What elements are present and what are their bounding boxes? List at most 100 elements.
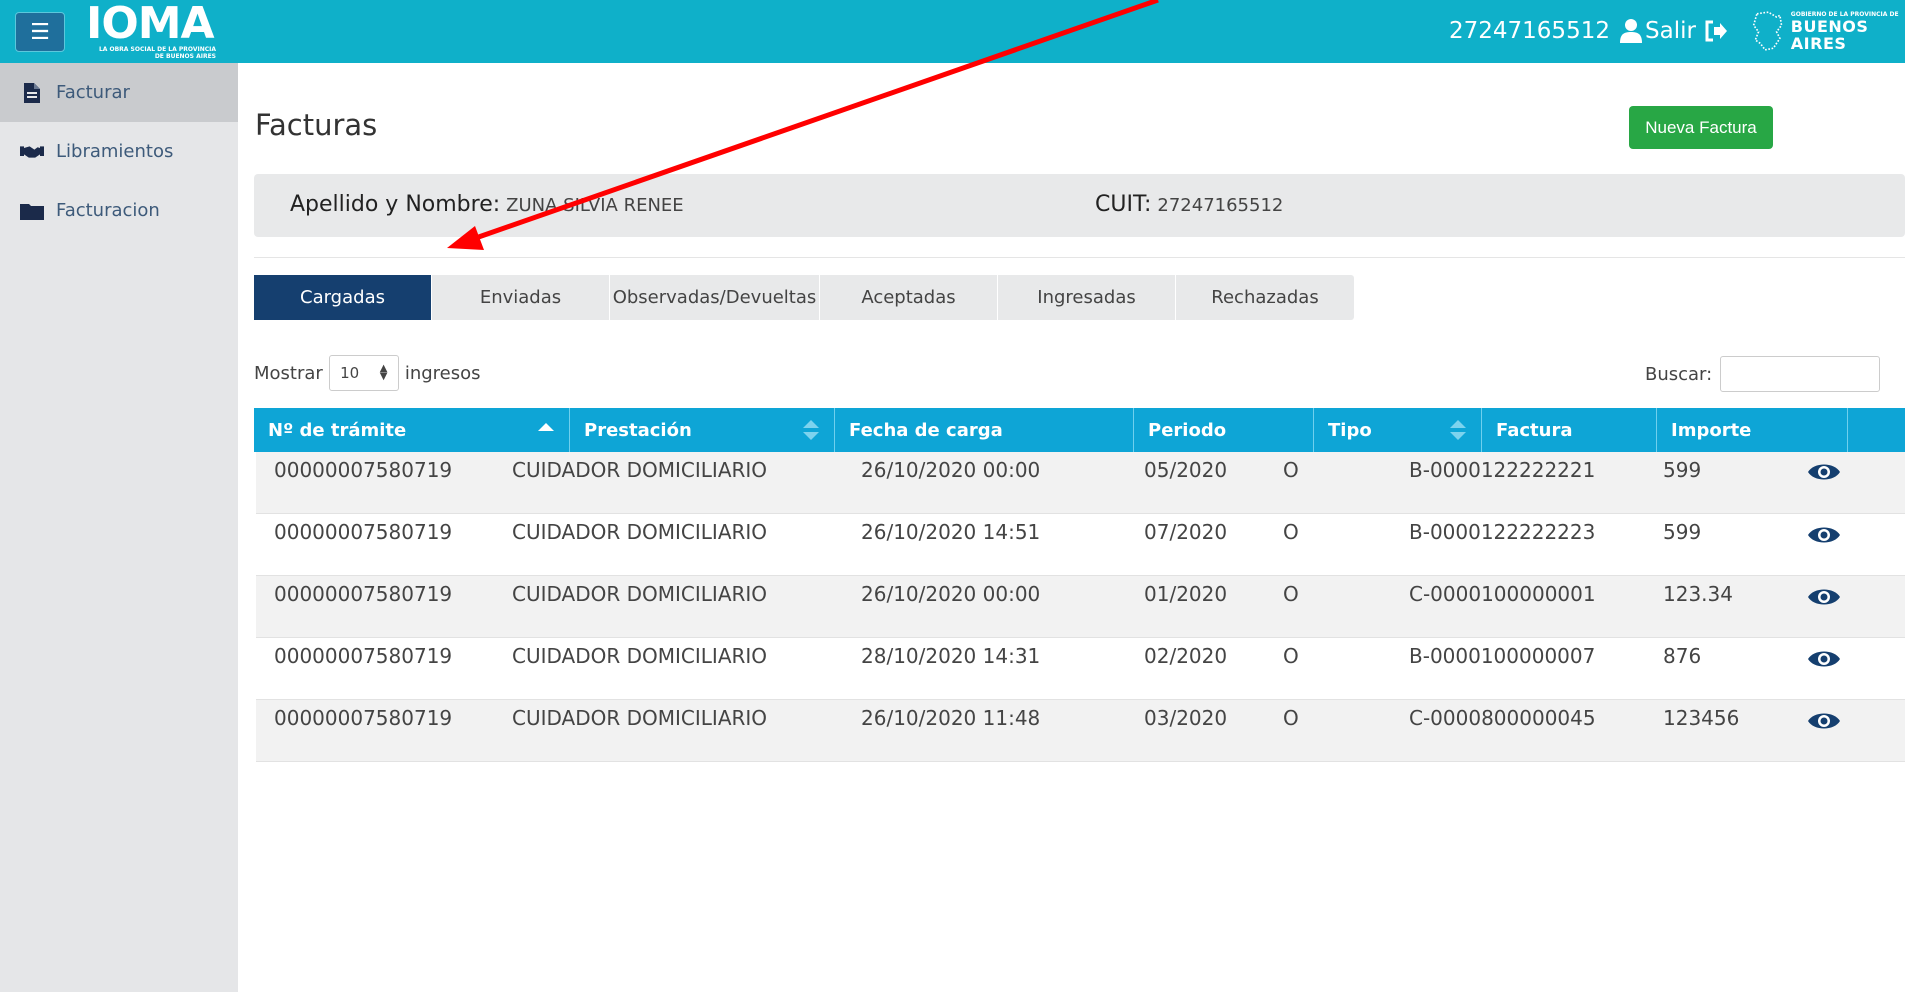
column-header-prestacion[interactable]: Prestación — [570, 408, 835, 452]
cell-importe: 599 — [1663, 520, 1702, 544]
column-header-factura[interactable]: Factura — [1482, 408, 1657, 452]
beneficiary-info-box: Apellido y Nombre: ZUNA SILVIA RENEE CUI… — [254, 174, 1905, 237]
table-body: 00000007580719 CUIDADOR DOMICILIARIO 26/… — [256, 452, 1905, 762]
tab-observadas-devueltas[interactable]: Observadas/Devueltas — [610, 275, 820, 320]
tab-aceptadas[interactable]: Aceptadas — [820, 275, 998, 320]
cell-factura: B-0000122222223 — [1409, 520, 1596, 544]
cell-fecha: 26/10/2020 00:00 — [861, 582, 1041, 606]
cell-tramite: 00000007580719 — [274, 520, 453, 544]
select-arrows-icon: ▲ ▼ — [379, 363, 388, 382]
hamburger-menu-button[interactable]: ☰ — [15, 12, 65, 52]
cuit-label: CUIT: — [1095, 192, 1152, 217]
logout-button[interactable]: Salir — [1645, 18, 1728, 44]
cell-tipo: O — [1283, 706, 1299, 730]
column-header-fecha[interactable]: Fecha de carga — [835, 408, 1134, 452]
cell-tramite: 00000007580719 — [274, 644, 453, 668]
eye-icon[interactable] — [1807, 646, 1841, 672]
sort-both-icon — [1450, 420, 1466, 440]
top-bar: ☰ IOMA LA OBRA SOCIAL DE LA PROVINCIA DE… — [0, 0, 1905, 63]
table-row: 00000007580719 CUIDADOR DOMICILIARIO 28/… — [256, 638, 1905, 700]
divider — [254, 257, 1905, 258]
new-invoice-button[interactable]: Nueva Factura — [1629, 106, 1773, 149]
buenos-aires-gov-logo: GOBIERNO DE LA PROVINCIA DE BUENOS AIRES — [1752, 6, 1905, 56]
cuit-field: CUIT: 27247165512 — [1095, 192, 1283, 217]
table-row: 00000007580719 CUIDADOR DOMICILIARIO 26/… — [256, 514, 1905, 576]
cell-tipo: O — [1283, 582, 1299, 606]
column-header-label: Factura — [1496, 419, 1573, 441]
cell-periodo: 01/2020 — [1144, 582, 1228, 606]
tab-cargadas[interactable]: Cargadas — [254, 275, 432, 320]
cell-periodo: 02/2020 — [1144, 644, 1228, 668]
cell-tramite: 00000007580719 — [274, 582, 453, 606]
eye-icon[interactable] — [1807, 584, 1841, 610]
search-label: Buscar: — [1645, 363, 1713, 385]
column-header-actions — [1848, 408, 1905, 452]
province-map-icon — [1752, 11, 1783, 51]
search-control: Buscar: — [1645, 356, 1881, 392]
eye-icon[interactable] — [1807, 522, 1841, 548]
cell-fecha: 26/10/2020 11:48 — [861, 706, 1041, 730]
cell-tramite: 00000007580719 — [274, 458, 453, 482]
column-header-label: Importe — [1671, 419, 1752, 441]
tab-ingresadas[interactable]: Ingresadas — [998, 275, 1176, 320]
name-value: ZUNA SILVIA RENEE — [506, 195, 684, 216]
user-icon — [1619, 19, 1642, 43]
column-header-label: Periodo — [1148, 419, 1227, 441]
cell-factura: B-0000100000007 — [1409, 644, 1596, 668]
cell-tipo: O — [1283, 644, 1299, 668]
cell-fecha: 28/10/2020 14:31 — [861, 644, 1041, 668]
page-length-value: 10 — [340, 364, 360, 382]
cell-importe: 123456 — [1663, 706, 1740, 730]
tab-rechazadas[interactable]: Rechazadas — [1176, 275, 1354, 320]
sort-both-icon — [803, 420, 819, 440]
column-header-tipo[interactable]: Tipo — [1314, 408, 1482, 452]
cell-fecha: 26/10/2020 00:00 — [861, 458, 1041, 482]
column-header-importe[interactable]: Importe — [1657, 408, 1848, 452]
cell-factura: B-0000122222221 — [1409, 458, 1596, 482]
column-header-label: Tipo — [1328, 419, 1372, 441]
sort-asc-icon — [538, 423, 554, 431]
eye-icon[interactable] — [1807, 708, 1841, 734]
cell-prestacion: CUIDADOR DOMICILIARIO — [512, 706, 768, 730]
column-header-tramite[interactable]: Nº de trámite — [254, 408, 570, 452]
page-title: Facturas — [255, 108, 378, 142]
page-length-control: Mostrar 10 ▲ ▼ ingresos — [254, 355, 481, 391]
show-suffix: ingresos — [404, 362, 481, 384]
logo-subtitle-2: DE BUENOS AIRES — [154, 53, 216, 60]
column-header-label: Fecha de carga — [849, 419, 1003, 441]
tab-enviadas[interactable]: Enviadas — [432, 275, 610, 320]
user-id-text: 27247165512 — [1449, 18, 1610, 44]
folder-icon — [20, 200, 44, 222]
user-account[interactable]: 27247165512 — [1449, 18, 1642, 44]
eye-icon[interactable] — [1807, 459, 1841, 485]
sign-out-icon — [1705, 20, 1727, 42]
cell-factura: C-0000800000045 — [1409, 706, 1596, 730]
cell-tramite: 00000007580719 — [274, 706, 453, 730]
cell-prestacion: CUIDADOR DOMICILIARIO — [512, 458, 768, 482]
table-row: 00000007580719 CUIDADOR DOMICILIARIO 26/… — [256, 576, 1905, 638]
cell-periodo: 05/2020 — [1144, 458, 1228, 482]
sidebar-item-label: Facturacion — [56, 200, 160, 221]
cell-prestacion: CUIDADOR DOMICILIARIO — [512, 520, 768, 544]
search-input[interactable] — [1720, 356, 1881, 392]
table-row: 00000007580719 CUIDADOR DOMICILIARIO 26/… — [256, 452, 1905, 514]
sidebar-item-facturacion[interactable]: Facturacion — [0, 181, 238, 240]
table-header: Nº de trámite Prestación Fecha de carga … — [254, 408, 1905, 452]
column-header-periodo[interactable]: Periodo — [1134, 408, 1314, 452]
cuit-value: 27247165512 — [1157, 195, 1284, 216]
cell-factura: C-0000100000001 — [1409, 582, 1596, 606]
handshake-icon — [20, 141, 44, 163]
sidebar-item-libramientos[interactable]: Libramientos — [0, 122, 238, 181]
status-tabs: Cargadas Enviadas Observadas/Devueltas A… — [254, 275, 1354, 320]
ioma-logo[interactable]: IOMA LA OBRA SOCIAL DE LA PROVINCIA DE B… — [86, 0, 216, 61]
sidebar-item-facturar[interactable]: Facturar — [0, 63, 238, 122]
cell-tipo: O — [1283, 458, 1299, 482]
page-length-select[interactable]: 10 ▲ ▼ — [328, 355, 399, 391]
logo-text: IOMA — [86, 0, 215, 49]
table-row: 00000007580719 CUIDADOR DOMICILIARIO 26/… — [256, 700, 1905, 762]
name-label: Apellido y Nombre: — [290, 192, 501, 217]
hamburger-icon: ☰ — [30, 19, 50, 45]
cell-importe: 876 — [1663, 644, 1702, 668]
cell-prestacion: CUIDADOR DOMICILIARIO — [512, 582, 768, 606]
column-header-label: Nº de trámite — [268, 419, 407, 441]
